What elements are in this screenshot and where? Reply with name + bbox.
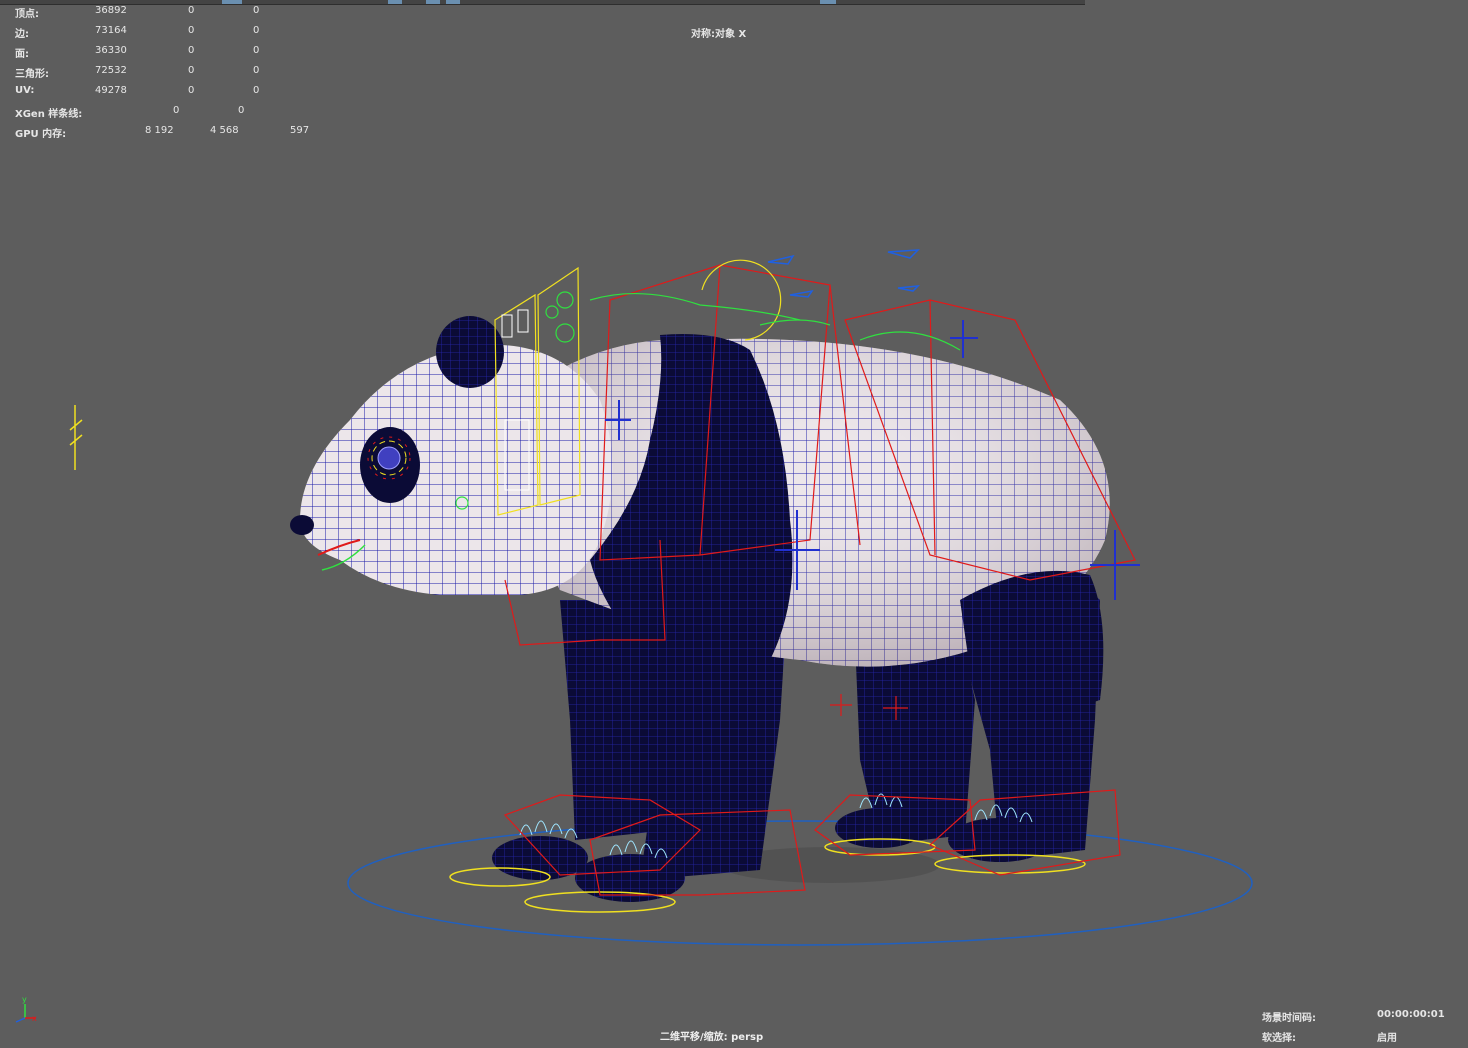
soft-select-value: 启用 bbox=[1377, 1033, 1397, 1044]
blue-floating-controls[interactable] bbox=[767, 249, 921, 298]
camera-label: 二维平移/缩放: persp bbox=[660, 1032, 764, 1043]
timecode-label: 场景时间码: bbox=[1262, 1013, 1316, 1024]
axis-gizmo: y x bbox=[15, 995, 37, 1023]
axis-y-label: y bbox=[22, 995, 27, 1004]
panda-nose bbox=[290, 515, 314, 535]
timecode-value: 00:00:00:01 bbox=[1377, 1009, 1445, 1020]
panda-eye bbox=[377, 446, 401, 470]
viewport-3d[interactable]: y x bbox=[0, 0, 1468, 1048]
side-control-marker[interactable] bbox=[69, 405, 83, 470]
panda-ear bbox=[436, 316, 504, 388]
ground-ring[interactable] bbox=[347, 820, 1253, 946]
soft-select-label: 软选择: bbox=[1262, 1033, 1296, 1044]
axis-x-label: x bbox=[32, 1014, 37, 1023]
